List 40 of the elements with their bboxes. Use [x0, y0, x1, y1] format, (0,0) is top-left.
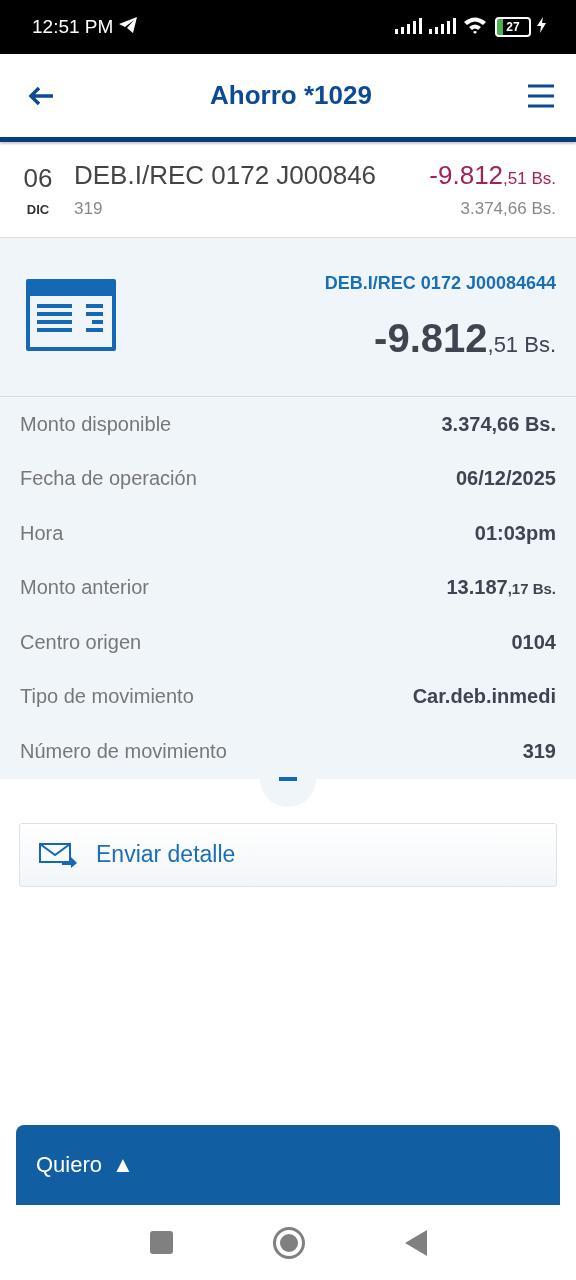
envelope-arrow-icon	[38, 841, 78, 868]
detail-label: Número de movimiento	[20, 739, 227, 763]
quiero-button[interactable]: Quiero ▲	[16, 1125, 560, 1205]
paper-plane-icon	[119, 17, 138, 33]
status-time: 12:51 PM	[32, 16, 114, 38]
menu-icon	[528, 82, 554, 109]
detail-value: 06/12/2025	[455, 467, 556, 491]
detail-label: Fecha de operación	[20, 467, 197, 491]
send-detail-button[interactable]: Enviar detalle	[19, 822, 557, 887]
home-button[interactable]	[272, 1226, 305, 1259]
wifi-icon	[463, 15, 487, 34]
minus-icon	[279, 776, 297, 781]
date-day: 06	[23, 162, 53, 194]
signal-icon	[429, 17, 457, 34]
detail-label: Monto disponible	[20, 412, 172, 436]
transaction-reference: 319	[74, 199, 104, 219]
detail-title: DEB.I/REC 0172 J00084644	[324, 273, 556, 294]
balance-amount: 3.374,66 Bs.	[460, 199, 556, 219]
detail-amount: -9.812,51 Bs.	[374, 316, 556, 361]
detail-value: Car.deb.inmedi	[412, 685, 556, 709]
detail-label: Monto anterior	[20, 576, 149, 600]
back-nav-button[interactable]	[404, 1229, 427, 1256]
detail-value: 0104	[511, 630, 556, 654]
detail-value: 01:03pm	[474, 521, 556, 545]
detail-value: 319	[522, 739, 556, 763]
detail-label: Centro origen	[20, 630, 142, 654]
detail-label: Hora	[20, 521, 64, 545]
battery-indicator: 27	[495, 17, 531, 37]
statement-icon	[26, 279, 116, 351]
screen-title: Ahorro *1029	[209, 80, 373, 111]
charging-icon	[537, 17, 546, 33]
signal-icon	[395, 17, 423, 34]
detail-value: 13.187,17 Bs.	[446, 576, 556, 600]
detail-label: Tipo de movimiento	[20, 685, 194, 709]
back-arrow-icon	[28, 85, 54, 106]
date-month: DIC	[26, 201, 50, 217]
transaction-amount: -9.812,51 Bs.	[429, 160, 556, 191]
detail-value: 3.374,66 Bs.	[441, 412, 556, 436]
recents-button[interactable]	[149, 1231, 173, 1254]
transaction-description: DEB.I/REC 0172 J000846	[74, 160, 378, 191]
